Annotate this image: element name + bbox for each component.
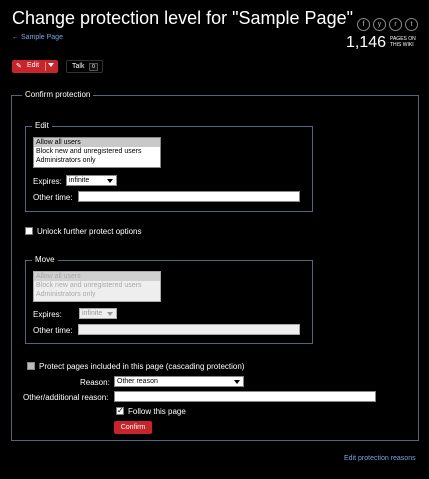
cascade-label: Protect pages included in this page (cas…	[39, 362, 245, 371]
facebook-icon[interactable]: f	[357, 18, 370, 31]
reason-value: Other reason	[117, 378, 158, 385]
page-title: Change protection level for "Sample Page…	[12, 8, 353, 28]
edit-option-admins-only[interactable]: Administrators only	[34, 156, 160, 165]
reason-select[interactable]: Other reason	[114, 376, 244, 387]
move-protection-listbox: Allow all users Block new and unregister…	[33, 271, 161, 302]
edit-button[interactable]: ✎ Edit	[12, 60, 58, 73]
follow-checkbox[interactable]: ✓	[116, 406, 124, 415]
talk-button[interactable]: Talk 0	[66, 60, 103, 73]
move-expires-select: infinite	[79, 308, 117, 319]
twitter-icon[interactable]: y	[373, 18, 386, 31]
edit-button-label: Edit	[27, 62, 40, 69]
unlock-checkbox[interactable]	[25, 227, 33, 235]
edit-other-time-input[interactable]	[78, 191, 300, 202]
other-reason-input[interactable]	[114, 391, 376, 402]
chevron-down-icon[interactable]	[48, 63, 54, 67]
pages-count: 1,146	[346, 34, 387, 51]
edit-protection-listbox[interactable]: Allow all users Block new and unregister…	[33, 137, 161, 168]
chevron-down-icon	[107, 179, 113, 183]
move-expires-value: infinite	[82, 310, 103, 317]
reason-label: Reason:	[80, 378, 110, 387]
unlock-label: Unlock further protect options	[37, 227, 142, 236]
chevron-down-icon	[107, 312, 113, 316]
edit-legend: Edit	[32, 121, 52, 130]
pages-label-line2: THIS WIKI	[390, 42, 414, 48]
move-other-time-input	[78, 324, 300, 335]
confirm-protection-legend: Confirm protection	[22, 90, 94, 99]
edit-expires-label: Expires:	[33, 177, 62, 186]
pencil-icon: ✎	[16, 63, 22, 70]
other-reason-label: Other/additional reason:	[23, 393, 109, 402]
move-expires-label: Expires:	[33, 310, 62, 319]
reddit-icon[interactable]: r	[389, 18, 402, 31]
edit-option-allow-all[interactable]: Allow all users	[34, 138, 160, 147]
edit-expires-value: infinite	[69, 177, 90, 184]
move-other-time-label: Other time:	[33, 326, 73, 335]
cascade-checkbox	[27, 362, 35, 370]
edit-protection-reasons-link[interactable]: Edit protection reasons	[344, 455, 416, 462]
edit-option-block-new[interactable]: Block new and unregistered users	[34, 147, 160, 156]
follow-label: Follow this page	[128, 407, 186, 416]
move-option-allow-all: Allow all users	[34, 272, 160, 281]
pages-label: PAGES ON THIS WIKI	[390, 36, 416, 48]
chevron-down-icon	[234, 380, 240, 384]
talk-count-badge: 0	[89, 63, 98, 71]
move-legend: Move	[32, 255, 58, 264]
move-option-admins-only: Administrators only	[36, 291, 96, 298]
confirm-button[interactable]: Confirm	[114, 421, 152, 434]
move-option-block-new: Block new and unregistered users	[36, 282, 142, 289]
edit-other-time-label: Other time:	[33, 193, 73, 202]
talk-button-label: Talk	[72, 63, 85, 70]
back-link[interactable]: ← Sample Page	[12, 34, 63, 41]
edit-button-divider	[45, 62, 46, 71]
edit-expires-select[interactable]: infinite	[66, 175, 117, 186]
tumblr-icon[interactable]: t	[405, 18, 418, 31]
checkmark-icon: ✓	[117, 406, 124, 415]
